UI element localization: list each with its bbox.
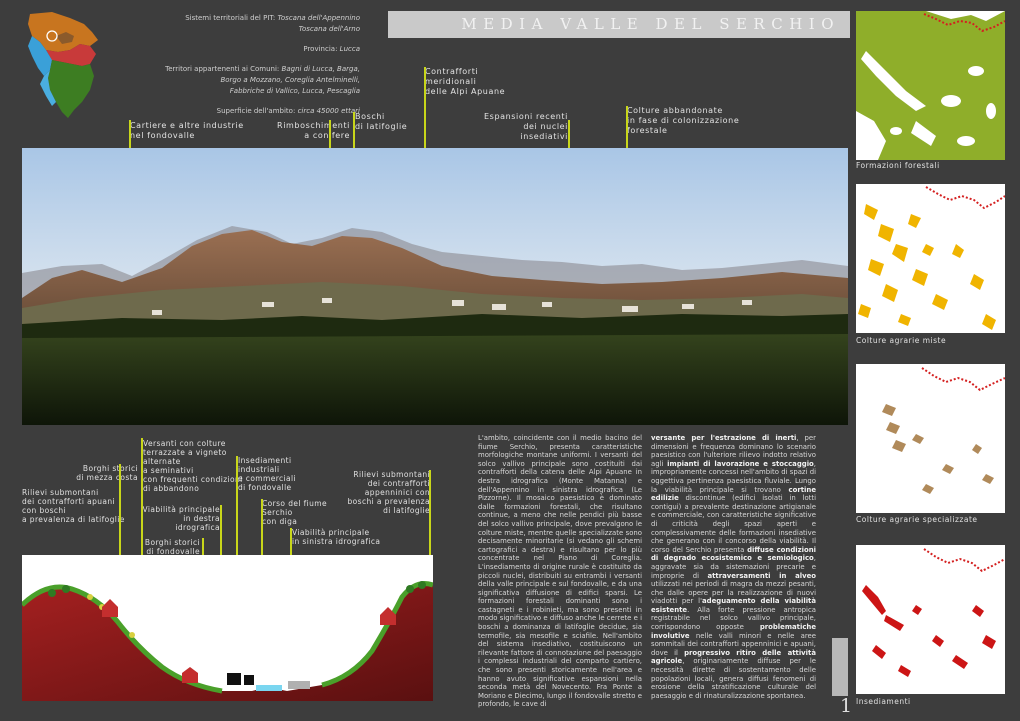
- body-text-column-2: versante per l'estrazione di inerti, per…: [651, 434, 816, 700]
- caption-colture-specializzate: Colture agrarie specializzate: [856, 515, 978, 524]
- label-viabilita-sinistra: Viabilità principale in sinistra idrograf…: [292, 528, 381, 546]
- label-versanti-colture: Versanti con colture terrazzate a vigneto…: [143, 439, 243, 493]
- superficie-label: Superficie dell'ambito:: [216, 107, 296, 115]
- territory-info: Sistemi territoriali del PIT: Toscana de…: [130, 14, 360, 118]
- label-corso-serchio: Corso del fiume Serchio con diga: [262, 499, 328, 526]
- comuni-label: Territori appartenenti ai Comuni:: [165, 65, 280, 73]
- label-cartiere: Cartiere e altre industrie nel fondovalle: [130, 121, 244, 140]
- label-viabilita-destra: Viabilità principale in destra idrografica: [142, 505, 220, 532]
- page-number: 1: [840, 695, 853, 717]
- map-colture-miste: [856, 184, 1005, 333]
- superficie-value: circa 45000 ettari: [297, 107, 360, 115]
- label-boschi: Boschi di latifoglie: [355, 112, 408, 131]
- sistemi-value-1: Toscana dell'Appennino: [277, 14, 360, 22]
- comuni-value-2: Borgo a Mozzano, Coreglia Antelminelli,: [220, 76, 360, 84]
- map-formazioni-forestali: [856, 11, 1005, 160]
- label-rimboschimenti: Rimboschimenti a conifere: [277, 121, 350, 140]
- provincia-label: Provincia:: [303, 45, 338, 53]
- page-title: MEDIA VALLE DEL SERCHIO: [461, 15, 840, 33]
- caption-insediamenti: Insediamenti: [856, 697, 911, 706]
- body-text-column-1: L'ambito, coincidente con il medio bacin…: [478, 434, 642, 709]
- page-number-bar: [832, 638, 848, 696]
- label-borghi-fondovalle: Borghi storici di fondovalle: [144, 538, 200, 556]
- label-rilievi-appenninici: Rilievi submontani dei contrafforti appenn…: [347, 470, 430, 515]
- tuscany-location-map: [22, 10, 118, 125]
- map-colture-specializzate: [856, 364, 1005, 513]
- comuni-value-3: Fabbriche di Vallico, Lucca, Pescaglia: [229, 87, 360, 95]
- label-insediamenti-industriali: Insediamenti industriali e commerciali di f…: [238, 456, 297, 492]
- label-borghi-mezza-costa: Borghi storici di mezza costa: [76, 464, 138, 482]
- valley-cross-section: [20, 555, 434, 701]
- map-insediamenti: [856, 545, 1005, 694]
- label-contrafforti: Contrafforti meridionali delle Alpi Apuane: [425, 67, 506, 96]
- caption-colture-miste: Colture agrarie miste: [856, 336, 947, 345]
- label-colture-abbandonate: Colture abbandonate in fase di colonizzaz…: [627, 106, 740, 135]
- comuni-value-1: Bagni di Lucca, Barga,: [281, 65, 360, 73]
- label-espansioni: Espansioni recenti dei nuclei insediativi: [484, 112, 568, 141]
- leader-line: [429, 470, 431, 560]
- provincia-value: Lucca: [339, 45, 360, 53]
- label-rilievi-apuani: Rilievi submontani dei contrafforti apuan…: [22, 488, 125, 524]
- sistemi-value-2: Toscana dell'Arno: [298, 25, 360, 33]
- caption-formazioni-forestali: Formazioni forestali: [856, 161, 940, 170]
- panorama-photo: [22, 148, 848, 425]
- sistemi-label: Sistemi territoriali del PIT:: [185, 14, 276, 22]
